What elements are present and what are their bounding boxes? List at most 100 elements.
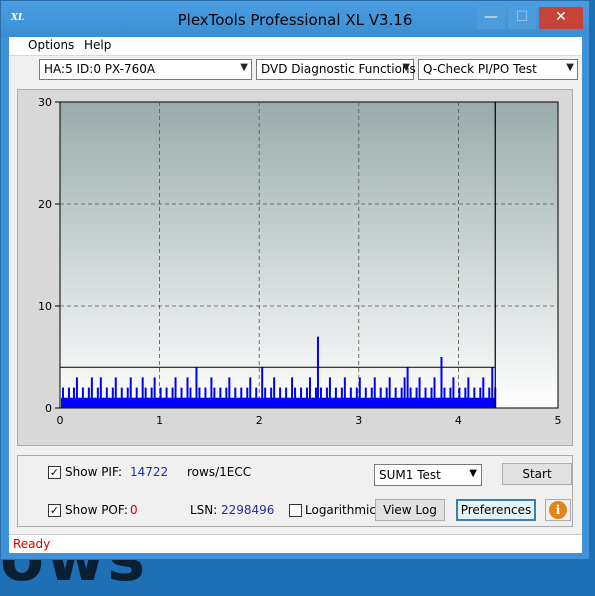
data-bar bbox=[168, 397, 171, 408]
test-select-value: Q-Check PI/PO Test bbox=[423, 62, 537, 76]
data-bar bbox=[78, 397, 81, 408]
x-tick-label: 3 bbox=[355, 414, 362, 427]
data-bar bbox=[361, 397, 364, 408]
data-bar bbox=[141, 377, 144, 408]
data-bar bbox=[246, 387, 249, 408]
data-bar bbox=[87, 387, 90, 408]
data-bar bbox=[61, 387, 64, 408]
data-bar bbox=[81, 387, 84, 408]
data-bar bbox=[382, 397, 385, 408]
y-tick-label: 10 bbox=[38, 300, 52, 313]
data-bar bbox=[132, 397, 135, 408]
data-bar bbox=[482, 377, 485, 408]
data-bar bbox=[352, 397, 355, 408]
data-bar bbox=[331, 397, 334, 408]
data-bar bbox=[258, 397, 261, 408]
data-bar bbox=[84, 397, 87, 408]
data-bar bbox=[309, 377, 311, 408]
data-bar bbox=[243, 397, 246, 408]
data-bar bbox=[406, 367, 409, 408]
menu-options[interactable]: Options bbox=[28, 38, 74, 52]
data-bar bbox=[108, 397, 111, 408]
data-bar bbox=[126, 387, 129, 408]
pif-value: 14722 bbox=[130, 465, 169, 479]
data-bar bbox=[421, 397, 424, 408]
chevron-down-icon: ▼ bbox=[240, 62, 248, 73]
data-bar bbox=[349, 387, 352, 408]
y-tick-label: 20 bbox=[38, 198, 52, 211]
data-bar bbox=[225, 387, 228, 408]
data-bar bbox=[355, 387, 358, 408]
data-bar bbox=[96, 387, 99, 408]
data-bar bbox=[325, 387, 328, 408]
data-bar bbox=[99, 377, 102, 408]
chevron-down-icon: ▼ bbox=[469, 468, 477, 479]
info-button[interactable]: i bbox=[545, 499, 571, 521]
data-bar bbox=[311, 397, 314, 408]
status-text: Ready bbox=[13, 537, 51, 551]
drive-select-value: HA:5 ID:0 PX-760A bbox=[44, 62, 156, 76]
data-bar bbox=[72, 387, 75, 408]
view-log-button[interactable]: View Log bbox=[375, 499, 445, 521]
show-pif-checkbox[interactable]: ✓ bbox=[48, 466, 61, 479]
data-bar bbox=[186, 377, 189, 408]
data-bar bbox=[449, 387, 452, 408]
data-bar bbox=[198, 387, 201, 408]
preferences-button[interactable]: Preferences bbox=[456, 499, 536, 521]
data-bar bbox=[90, 377, 93, 408]
minimize-button[interactable]: — bbox=[477, 7, 505, 29]
data-bar bbox=[69, 397, 72, 408]
chevron-down-icon: ▼ bbox=[402, 62, 410, 73]
data-bar bbox=[276, 397, 279, 408]
data-bar bbox=[400, 387, 403, 408]
data-bar bbox=[231, 397, 234, 408]
data-bar bbox=[156, 397, 159, 408]
data-bar bbox=[373, 377, 376, 408]
sum-test-select[interactable]: SUM1 Test ▼ bbox=[374, 464, 482, 486]
function-select[interactable]: DVD Diagnostic Functions ▼ bbox=[256, 59, 416, 80]
data-bar bbox=[174, 377, 177, 408]
drive-select[interactable]: HA:5 ID:0 PX-760A ▼ bbox=[39, 59, 252, 80]
data-bar bbox=[479, 387, 482, 408]
data-bar bbox=[391, 397, 394, 408]
data-bar bbox=[207, 397, 210, 408]
data-bar bbox=[222, 397, 225, 408]
data-bar bbox=[102, 397, 105, 408]
maximize-button[interactable]: ☐ bbox=[508, 7, 536, 29]
data-bar bbox=[75, 377, 78, 408]
logarithmic-checkbox[interactable] bbox=[289, 504, 302, 517]
sum-test-value: SUM1 Test bbox=[379, 468, 441, 482]
start-button[interactable]: Start bbox=[502, 463, 572, 485]
data-bar bbox=[267, 397, 270, 408]
title-bar[interactable]: XL PlexTools Professional XL V3.16 — ☐ ✕ bbox=[1, 1, 589, 37]
menu-help[interactable]: Help bbox=[84, 38, 111, 52]
data-bar bbox=[461, 397, 464, 408]
close-button[interactable]: ✕ bbox=[539, 7, 583, 29]
data-bar bbox=[303, 397, 306, 408]
show-pof-checkbox[interactable]: ✓ bbox=[48, 504, 61, 517]
logarithmic-label: Logarithmic bbox=[305, 503, 376, 517]
data-bar bbox=[255, 387, 258, 408]
data-bar bbox=[418, 377, 421, 408]
data-bar bbox=[403, 377, 406, 408]
data-bar bbox=[455, 397, 458, 408]
data-bar bbox=[291, 377, 294, 408]
data-bar bbox=[433, 377, 436, 408]
rows-label: rows/1ECC bbox=[187, 465, 252, 479]
data-bar bbox=[446, 397, 449, 408]
test-select[interactable]: Q-Check PI/PO Test ▼ bbox=[418, 59, 578, 80]
data-bar bbox=[189, 387, 192, 408]
data-bar bbox=[252, 397, 255, 408]
data-bar bbox=[153, 377, 156, 408]
data-bar bbox=[306, 387, 309, 408]
data-bar bbox=[485, 397, 488, 408]
data-bar bbox=[147, 397, 150, 408]
data-bar bbox=[358, 377, 361, 408]
data-bar bbox=[165, 387, 168, 408]
data-bar bbox=[443, 387, 446, 408]
data-bar bbox=[171, 387, 174, 408]
data-bar bbox=[144, 387, 147, 408]
data-bar bbox=[67, 387, 70, 408]
data-bar bbox=[159, 387, 162, 408]
lsn-value: 2298496 bbox=[221, 503, 275, 517]
